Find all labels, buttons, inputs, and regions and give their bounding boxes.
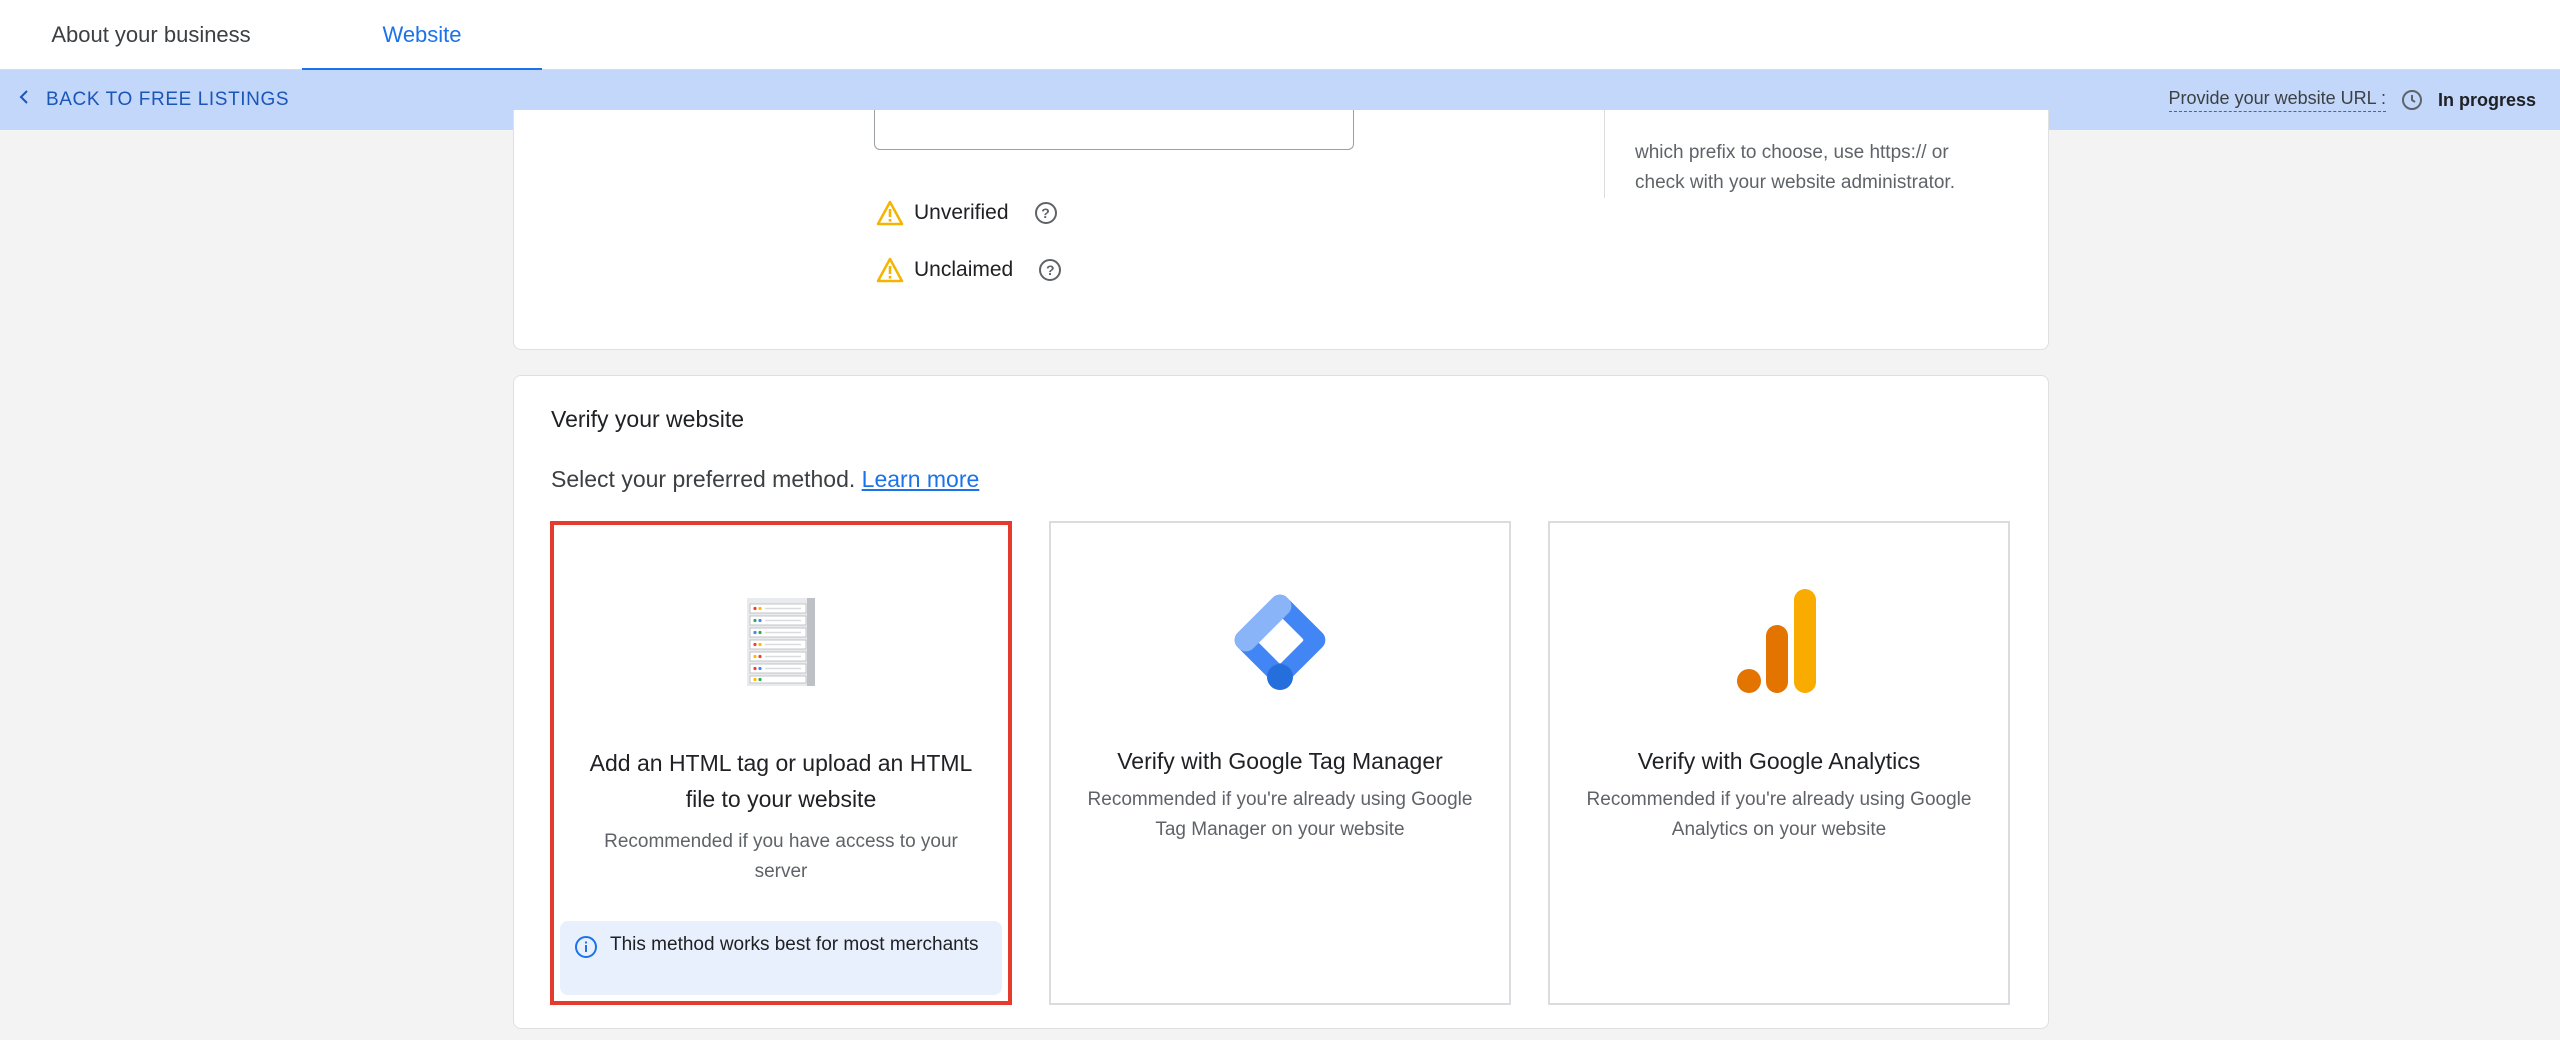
recommendation-tip: This method works best for most merchant…	[560, 921, 1002, 995]
help-text-line: which prefix to choose, use https:// or	[1635, 142, 1949, 163]
back-to-free-listings-link[interactable]: BACK TO FREE LISTINGS	[16, 70, 289, 130]
status-text: Unclaimed	[914, 258, 1014, 281]
back-link-label: BACK TO FREE LISTINGS	[46, 89, 290, 110]
warning-icon	[876, 200, 904, 226]
status-value: In progress	[2437, 89, 2536, 110]
html-tag-option[interactable]: Add an HTML tag or upload an HTML file t…	[550, 521, 1012, 1005]
tip-text: This method works best for most merchant…	[610, 934, 979, 955]
website-url-input[interactable]	[874, 110, 1354, 150]
help-text-line: check with your website administrator.	[1635, 172, 1955, 193]
option-description: Recommended if you're already using Goog…	[1087, 789, 1473, 840]
google-tag-manager-icon	[1225, 585, 1335, 695]
website-url-card: which prefix to choose, use https:// or …	[513, 110, 2049, 350]
help-icon[interactable]: ?	[1039, 259, 1062, 281]
progress-status: Provide your website URL : In progress	[2168, 70, 2536, 130]
option-title: Verify with Google Tag Manager	[1117, 748, 1443, 774]
option-title: Verify with Google Analytics	[1637, 748, 1921, 774]
unclaimed-status: Unclaimed ?	[876, 257, 1062, 283]
option-description: Recommended if you're already using Goog…	[1586, 789, 1972, 840]
top-tab-bar: About your business Website	[0, 0, 2560, 71]
server-icon	[726, 587, 836, 697]
unverified-status: Unverified ?	[876, 200, 1057, 226]
status-text: Unverified	[914, 201, 1009, 224]
url-help-text: which prefix to choose, use https:// or …	[1604, 110, 1964, 198]
option-description: Recommended if you have access to your s…	[604, 831, 958, 882]
tab-about-your-business[interactable]: About your business	[20, 0, 282, 70]
google-analytics-option[interactable]: Verify with Google Analytics Recommended…	[1548, 521, 2010, 1005]
google-tag-manager-option[interactable]: Verify with Google Tag Manager Recommend…	[1049, 521, 1511, 1005]
google-analytics-icon	[1724, 585, 1834, 695]
verify-card-subtitle: Select your preferred method. Learn more	[551, 466, 979, 493]
tab-website[interactable]: Website	[302, 0, 542, 71]
option-title: Add an HTML tag or upload an HTML file t…	[589, 750, 973, 812]
help-icon[interactable]: ?	[1034, 202, 1057, 224]
warning-icon	[876, 257, 904, 283]
subtitle-text: Select your preferred method.	[551, 466, 856, 492]
clock-icon	[2400, 88, 2424, 112]
verify-card-title: Verify your website	[551, 406, 745, 432]
chevron-left-icon	[16, 89, 32, 111]
status-label[interactable]: Provide your website URL :	[2168, 88, 2386, 112]
info-icon	[575, 936, 597, 958]
verify-website-card: Verify your website Select your preferre…	[513, 375, 2049, 1029]
learn-more-link[interactable]: Learn more	[862, 466, 980, 492]
